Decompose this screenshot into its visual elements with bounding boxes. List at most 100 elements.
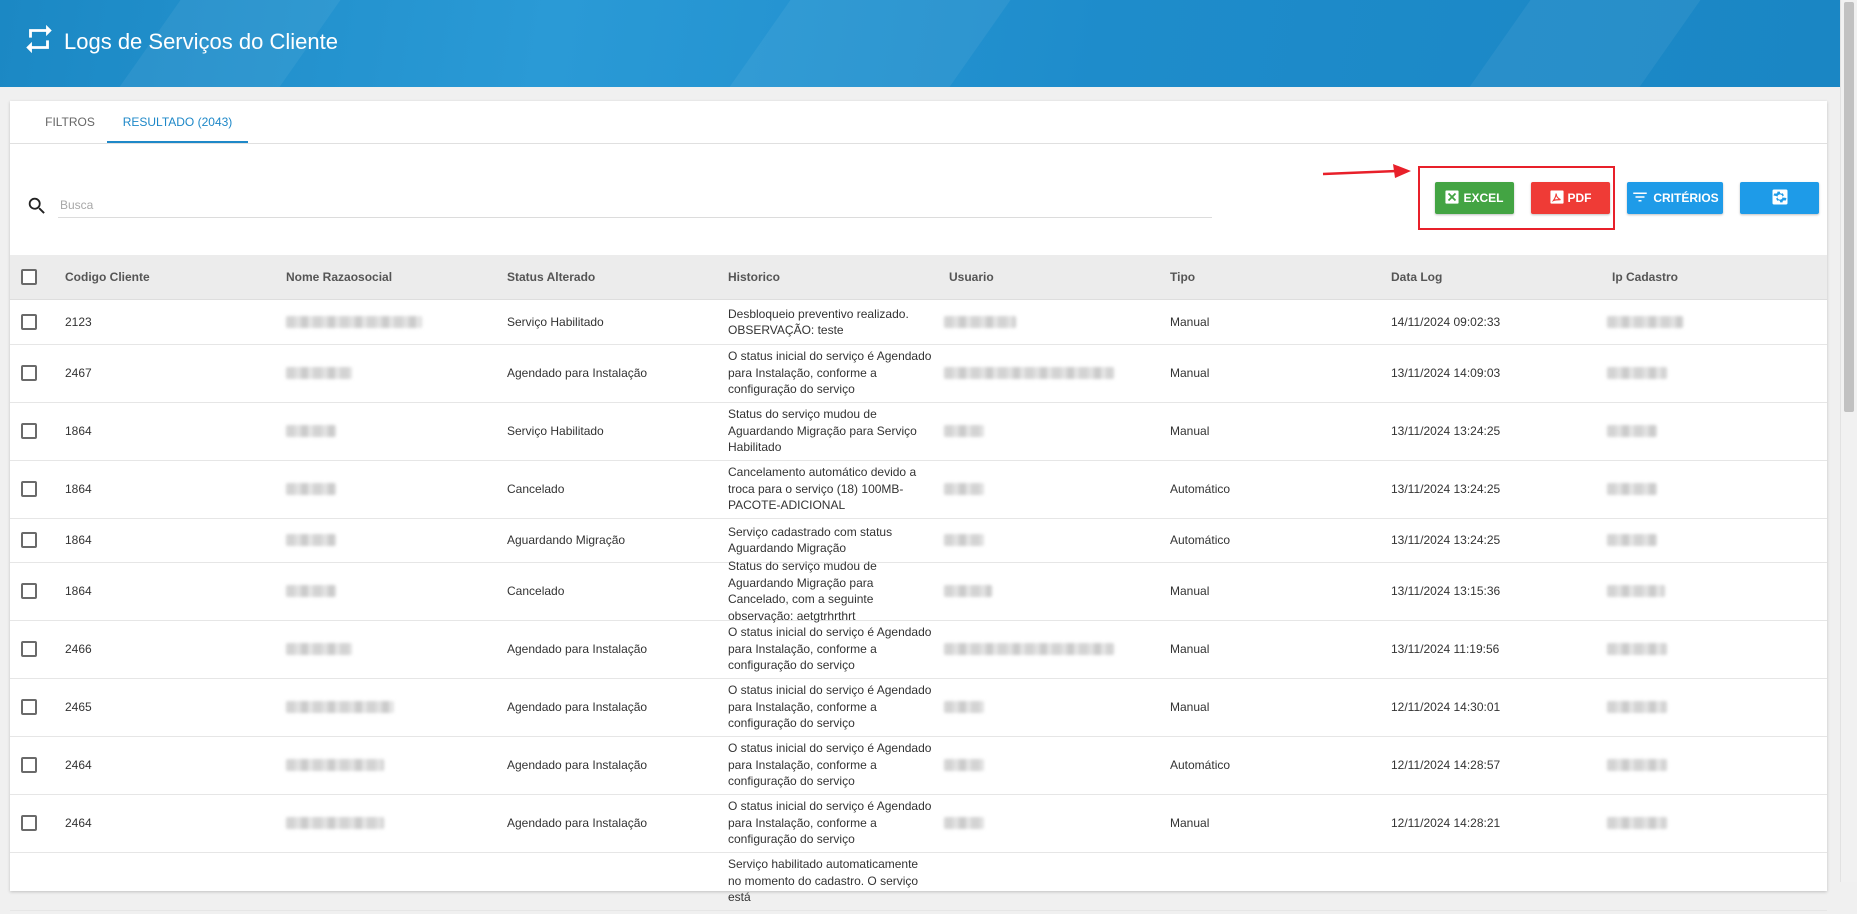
cell-status-alterado: Cancelado [507, 481, 565, 496]
pdf-button[interactable]: PDF [1531, 182, 1610, 214]
settings-button[interactable] [1740, 182, 1819, 214]
redacted-text [1607, 483, 1657, 495]
cell-ip-cadastro [1607, 460, 1807, 518]
cell-data-log: 13/11/2024 13:24:25 [1391, 423, 1501, 438]
row-checkbox[interactable] [21, 365, 37, 381]
search-icon [26, 195, 48, 217]
row-checkbox[interactable] [21, 532, 37, 548]
column-codigo-cliente[interactable]: Codigo Cliente [65, 255, 150, 299]
cell-ip-cadastro [1607, 678, 1807, 736]
cell-ip-cadastro [1607, 402, 1807, 460]
cell-ip-cadastro [1607, 620, 1807, 678]
excel-button[interactable]: EXCEL [1435, 182, 1514, 214]
scrollbar-thumb[interactable] [1844, 2, 1854, 412]
cell-usuario [944, 736, 1144, 794]
cell-status-alterado: Serviço Habilitado [507, 314, 604, 329]
column-nome-razaosocial[interactable]: Nome Razaosocial [286, 255, 392, 299]
page-scrollbar[interactable] [1840, 0, 1857, 882]
sync-icon [22, 22, 56, 61]
column-data-log[interactable]: Data Log [1391, 255, 1442, 299]
cell-codigo-cliente: 1864 [65, 583, 92, 598]
cell-status-alterado: Agendado para Instalação [507, 757, 648, 772]
cell-historico: Serviço habilitado automaticamente no mo… [728, 857, 919, 904]
pdf-icon [1549, 189, 1564, 207]
table-row[interactable]: 2464 Agendado para Instalação O status ini… [10, 736, 1827, 795]
tab-filtros[interactable]: FILTROS [22, 101, 118, 143]
redacted-text [1607, 817, 1667, 829]
cell-usuario [944, 344, 1144, 402]
redacted-text [944, 367, 1114, 379]
cell-tipo: Manual [1170, 314, 1210, 329]
filter-icon [1631, 188, 1649, 209]
table-row[interactable]: 2465 Agendado para Instalação O status ini… [10, 678, 1827, 737]
row-checkbox[interactable] [21, 314, 37, 330]
row-checkbox[interactable] [21, 757, 37, 773]
table-row[interactable]: 2467 Agendado para Instalação O status ini… [10, 344, 1827, 403]
table-header: Codigo Cliente Nome Razaosocial Status A… [10, 255, 1827, 300]
cell-codigo-cliente: 1864 [65, 532, 92, 547]
cell-nome-razaosocial [286, 678, 486, 736]
column-usuario[interactable]: Usuario [949, 255, 994, 299]
tab-resultado[interactable]: RESULTADO (2043) [107, 101, 248, 143]
cell-codigo-cliente [65, 852, 265, 910]
redacted-text [286, 316, 422, 328]
cell-usuario [944, 300, 1144, 344]
cell-tipo [1170, 852, 1370, 910]
cell-usuario [944, 852, 1144, 910]
row-checkbox[interactable] [21, 641, 37, 657]
column-tipo[interactable]: Tipo [1170, 255, 1195, 299]
row-checkbox[interactable] [21, 481, 37, 497]
search-input[interactable] [58, 193, 1212, 218]
table-row[interactable]: 1864 Aguardando Migração Serviço cadastrad… [10, 518, 1827, 563]
row-checkbox[interactable] [21, 699, 37, 715]
row-checkbox[interactable] [21, 583, 37, 599]
cell-usuario [944, 402, 1144, 460]
redacted-text [286, 425, 336, 437]
cell-ip-cadastro [1607, 300, 1807, 344]
select-all-checkbox[interactable] [21, 269, 37, 285]
cell-historico: O status inicial do serviço é Agendado p… [728, 349, 932, 397]
cell-nome-razaosocial [286, 620, 486, 678]
cell-codigo-cliente: 2467 [65, 365, 92, 380]
redacted-text [944, 759, 984, 771]
cell-nome-razaosocial [286, 402, 486, 460]
criterios-button[interactable]: CRITÉRIOS [1627, 182, 1723, 214]
cell-nome-razaosocial [286, 852, 486, 910]
cell-historico: Cancelamento automático devido a troca p… [728, 465, 917, 513]
cell-historico: O status inicial do serviço é Agendado p… [728, 625, 932, 673]
table-row[interactable]: 1864 Cancelado Status do serviço mudou de … [10, 559, 1827, 623]
cell-codigo-cliente: 1864 [65, 423, 92, 438]
column-status-alterado[interactable]: Status Alterado [507, 255, 595, 299]
redacted-text [1607, 425, 1657, 437]
redacted-text [286, 643, 352, 655]
redacted-text [944, 585, 992, 597]
column-ip-cadastro[interactable]: Ip Cadastro [1612, 255, 1678, 299]
cell-historico: Status do serviço mudou de Aguardando Mi… [728, 407, 917, 455]
cell-codigo-cliente: 2464 [65, 815, 92, 830]
cell-data-log: 13/11/2024 13:24:25 [1391, 481, 1501, 496]
cell-usuario [944, 562, 1144, 620]
table-row[interactable]: 2464 Agendado para Instalação O status ini… [10, 794, 1827, 853]
excel-icon [1445, 189, 1460, 207]
cell-codigo-cliente: 1864 [65, 481, 92, 496]
table-row[interactable]: 2123 Serviço Habilitado Desbloqueio preven… [10, 300, 1827, 345]
cell-usuario [944, 460, 1144, 518]
redacted-text [944, 534, 984, 546]
table-row[interactable]: 1864 Cancelado Cancelamento automático dev… [10, 460, 1827, 519]
row-checkbox[interactable] [21, 815, 37, 831]
tab-bar: FILTROS RESULTADO (2043) [10, 101, 1827, 144]
cell-codigo-cliente: 2466 [65, 641, 92, 656]
column-historico[interactable]: Historico [728, 255, 780, 299]
row-checkbox[interactable] [21, 423, 37, 439]
cell-usuario [944, 794, 1144, 852]
cell-tipo: Manual [1170, 641, 1210, 656]
cell-status-alterado: Cancelado [507, 583, 565, 598]
cell-tipo: Manual [1170, 815, 1210, 830]
excel-button-label: EXCEL [1463, 191, 1504, 205]
cell-tipo: Manual [1170, 583, 1210, 598]
redacted-text [944, 483, 984, 495]
cell-nome-razaosocial [286, 460, 486, 518]
table-row[interactable]: 1864 Serviço Habilitado Status do serviço … [10, 402, 1827, 461]
redacted-text [286, 367, 352, 379]
table-row[interactable]: 2466 Agendado para Instalação O status ini… [10, 620, 1827, 679]
